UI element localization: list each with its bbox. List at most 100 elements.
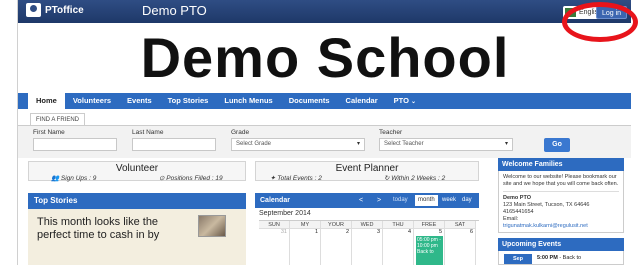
divider [503, 191, 619, 192]
teacher-select-value: Select Teacher [384, 141, 424, 147]
grade-select[interactable]: Select Grade ▾ [231, 138, 365, 151]
calendar-header: Calendar < > today month week day [255, 193, 479, 208]
sign-ups-text: Sign Ups : 9 [60, 175, 97, 182]
weekday-header: THU [383, 221, 414, 229]
last-name-input[interactable] [132, 138, 216, 151]
teacher-label: Teacher [379, 129, 403, 136]
last-name-label: Last Name [132, 129, 164, 136]
calendar-day[interactable]: 4 [383, 229, 414, 265]
volunteer-title: Volunteer [115, 163, 159, 174]
calendar-month-view[interactable]: month [415, 195, 438, 206]
school-title: Demo School [140, 26, 510, 89]
org-phone: 4165441654 [503, 209, 534, 215]
teacher-select[interactable]: Select Teacher ▾ [379, 138, 513, 151]
nav-volunteers[interactable]: Volunteers [65, 93, 119, 109]
nav-calendar[interactable]: Calendar [338, 93, 386, 109]
calendar-today-button[interactable]: today [393, 195, 408, 206]
event-planner-box[interactable]: Event Planner ✦ Total Events : 2 ↻ Withi… [255, 161, 479, 182]
day-number: 31 [280, 229, 287, 235]
day-number: 2 [345, 229, 349, 235]
calendar-next-button[interactable]: > [377, 193, 381, 208]
top-story-image [198, 215, 226, 237]
top-story-text: This month looks like the perfect time t… [37, 216, 160, 241]
total-events-text: Total Events : 2 [277, 175, 322, 182]
red-annotation-circle [562, 2, 638, 42]
weekday-header: WED [352, 221, 383, 229]
people-icon: 👥 [51, 175, 61, 182]
calendar-day[interactable]: 5 05:00 pm - 10:00 pm Back to [414, 229, 445, 265]
event-title: - Back to [557, 255, 582, 261]
weekday-header: SUN [259, 221, 290, 229]
nav-pto-label: PTO [393, 96, 409, 105]
ptoffice-logo-icon [26, 3, 41, 17]
org-name: Demo PTO [503, 195, 532, 201]
grade-label: Grade [231, 129, 250, 136]
nav-documents[interactable]: Documents [281, 93, 338, 109]
top-bar: PToffice Demo PTO English Log in [18, 0, 631, 23]
banner: Demo School [18, 23, 631, 93]
total-events-stat: ✦ Total Events : 2 [270, 174, 322, 182]
caret-down-icon: ▾ [356, 141, 360, 147]
first-name-input[interactable] [33, 138, 117, 151]
caret-down-icon: ▾ [504, 141, 508, 147]
day-number: 6 [469, 229, 473, 235]
calendar-day[interactable]: 6 [445, 229, 476, 265]
welcome-families-header: Welcome Families [498, 158, 624, 171]
nav-pto[interactable]: PTO ⌄ [386, 93, 424, 109]
browser-page: PToffice Demo PTO English Log in Demo Sc… [17, 0, 631, 265]
nav-top-stories[interactable]: Top Stories [160, 93, 217, 109]
first-name-label: First Name [33, 129, 65, 136]
calendar-day[interactable]: 31 [259, 229, 290, 265]
calendar-day-view[interactable]: day [462, 195, 472, 206]
day-number: 4 [407, 229, 411, 235]
event-summary: 5:00 PM - Back to [537, 255, 581, 261]
calendar-month-label: September 2014 [259, 210, 311, 217]
nav-events[interactable]: Events [119, 93, 160, 109]
welcome-message: Welcome to our website! Please bookmark … [503, 174, 619, 187]
day-number: 3 [376, 229, 380, 235]
nav-home[interactable]: Home [28, 93, 65, 109]
upcoming-events-header: Upcoming Events [498, 238, 624, 251]
brand-label: PToffice [45, 4, 84, 16]
calendar-grid: SUN MY YOUR WED THU FREE SAT 31 1 2 3 4 … [259, 220, 479, 265]
main-nav: Home Volunteers Events Top Stories Lunch… [18, 93, 631, 109]
email-link[interactable]: trigunatmak.kulkarni@regulusit.net [503, 223, 619, 230]
calendar-day[interactable]: 3 [352, 229, 383, 265]
email-label: Email: [503, 216, 519, 222]
site-title: Demo PTO [142, 3, 207, 18]
event-time: 5:00 PM [537, 255, 558, 261]
calendar-prev-button[interactable]: < [359, 193, 363, 208]
calendar-event[interactable]: 05:00 pm - 10:00 pm Back to [416, 236, 443, 265]
welcome-families-panel: Welcome to our website! Please bookmark … [498, 171, 624, 233]
find-a-friend-panel: First Name Last Name Grade Select Grade … [18, 125, 631, 158]
calendar-day[interactable]: 1 [290, 229, 321, 265]
within-two-weeks-stat: ↻ Within 2 Weeks : 2 [384, 174, 445, 182]
screenshot: PToffice Demo PTO English Log in Demo Sc… [0, 0, 641, 265]
weekday-header: SAT [445, 221, 476, 229]
brand[interactable]: PToffice [26, 3, 84, 17]
calendar-week-view[interactable]: week [442, 195, 456, 206]
upcoming-event-item[interactable]: Sep 5:00 PM - Back to [498, 251, 624, 265]
weekday-header: FREE [414, 221, 445, 229]
org-address: 123 Main Street, Tucson, TX 64646 [503, 202, 590, 208]
day-number: 5 [438, 229, 442, 235]
calendar-day[interactable]: 2 [321, 229, 352, 265]
nav-lunch-menus[interactable]: Lunch Menus [216, 93, 280, 109]
volunteer-box[interactable]: Volunteer 👥 Sign Ups : 9 ⊙ Positions Fil… [28, 161, 246, 182]
event-date-badge: Sep [504, 254, 532, 264]
sign-ups-stat: 👥 Sign Ups : 9 [51, 174, 96, 182]
go-button[interactable]: Go [544, 138, 570, 152]
positions-filled-text: Positions Filled : 19 [166, 175, 223, 182]
top-stories-header: Top Stories [28, 193, 246, 209]
day-number: 1 [314, 229, 318, 235]
positions-filled-stat: ⊙ Positions Filled : 19 [159, 174, 223, 182]
top-story-card[interactable]: This month looks like the perfect time t… [28, 209, 246, 265]
event-planner-title: Event Planner [335, 163, 399, 174]
weekday-header: YOUR [321, 221, 352, 229]
find-a-friend-tab[interactable]: FIND A FRIEND [30, 113, 86, 125]
chevron-down-icon: ⌄ [411, 99, 417, 105]
grade-select-value: Select Grade [236, 141, 272, 147]
weekday-header: MY [290, 221, 321, 229]
within-two-weeks-text: Within 2 Weeks : 2 [391, 175, 446, 182]
calendar-title: Calendar [260, 197, 290, 204]
